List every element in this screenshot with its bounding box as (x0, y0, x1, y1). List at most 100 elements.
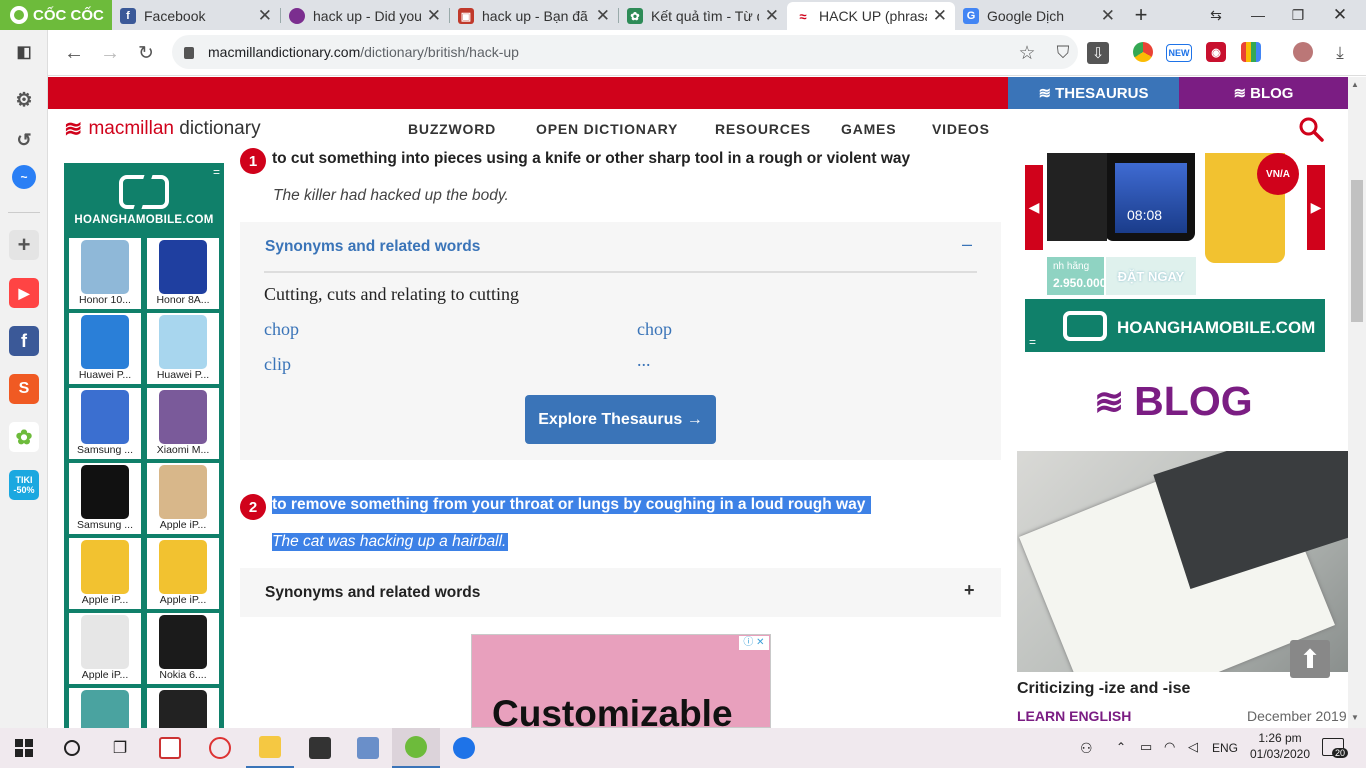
scroll-down-arrow-icon[interactable]: ▼ (1351, 713, 1359, 722)
carousel-next-icon[interactable]: ▶ (1307, 165, 1325, 250)
synonym-link[interactable]: chop (264, 319, 299, 340)
scroll-up-arrow-icon[interactable]: ▲ (1351, 80, 1359, 89)
taskbar-coccoc[interactable] (392, 728, 440, 768)
taskbar-zalo[interactable] (440, 728, 488, 768)
task-view-icon[interactable]: ❐ (96, 728, 144, 768)
blog-link[interactable]: ≋ BLOG (1179, 77, 1348, 109)
blog-post-image[interactable] (1017, 451, 1348, 672)
ad-product-tile[interactable]: Nokia 6.... (146, 612, 220, 685)
tiki-icon[interactable]: TIKI -50% (9, 470, 39, 500)
gear-icon[interactable]: ⚙ (9, 85, 39, 115)
ad-product-tile[interactable]: Apple iP... (146, 537, 220, 610)
ad-menu-icon[interactable]: = (213, 165, 220, 179)
ad-product-tile[interactable]: Huawei P... (146, 312, 220, 385)
ad-product-tile[interactable]: Samsung ... (68, 462, 142, 535)
synonym-link[interactable]: chop (637, 319, 672, 340)
scroll-to-top-button[interactable]: ⬆ (1290, 640, 1330, 678)
tab-hack-up-did-you[interactable]: hack up - Did you ✕ (281, 2, 449, 30)
page-scrollbar[interactable] (1348, 77, 1366, 728)
ad-product-tile[interactable]: Apple iP... (68, 612, 142, 685)
forward-button[interactable]: → (97, 40, 123, 66)
tab-google-dich[interactable]: G Google Dịch ✕ (955, 2, 1123, 30)
blog-heading[interactable]: ≋ BLOG (1094, 378, 1253, 425)
start-button[interactable] (0, 728, 48, 768)
ad-product-tile[interactable] (68, 687, 142, 728)
coccoc-green-icon[interactable]: ✿ (9, 422, 39, 452)
volume-icon[interactable]: ◁ (1188, 739, 1198, 755)
minimize-button[interactable]: — (1238, 0, 1278, 30)
right-advertisement[interactable]: 08:08 VN/A nh hãng 2.950.000 ĐẶT NGAY ◀ … (1025, 153, 1325, 352)
avatar[interactable] (1293, 42, 1313, 62)
close-icon[interactable]: ✕ (1101, 6, 1115, 26)
explore-thesaurus-button[interactable]: Explore Thesaurus → (525, 395, 716, 444)
tab-ket-qua-tim[interactable]: ✿ Kết quả tìm - Từ đ ✕ (619, 2, 787, 30)
clock[interactable]: 1:26 pm 01/03/2020 (1246, 731, 1314, 761)
scrollbar-thumb[interactable] (1351, 180, 1363, 322)
add-icon[interactable]: + (9, 230, 39, 260)
taskbar-app-1[interactable] (146, 728, 194, 768)
more-synonyms-link[interactable]: ... (637, 350, 651, 371)
chrome-extension-icon[interactable] (1133, 42, 1153, 62)
ad-product-tile[interactable]: Honor 8A... (146, 237, 220, 310)
tab-search-button[interactable]: ⇆ (1196, 0, 1236, 30)
carousel-prev-icon[interactable]: ◀ (1025, 165, 1043, 250)
colorful-extension-icon[interactable] (1241, 42, 1261, 62)
ad-product-tile[interactable]: Xiaomi M... (146, 387, 220, 460)
blog-post-category[interactable]: LEARN ENGLISH (1017, 708, 1131, 724)
tab-facebook[interactable]: f Facebook ✕ (112, 2, 280, 30)
search-taskbar-button[interactable] (48, 728, 96, 768)
facebook-icon[interactable]: f (9, 326, 39, 356)
new-extension-icon[interactable]: NEW (1166, 44, 1192, 62)
tab-hack-up-phrasal[interactable]: ≈ HACK UP (phrasal ✕ (787, 2, 955, 30)
taskbar-file-explorer[interactable] (246, 728, 294, 768)
ad-cta-button[interactable]: ĐẶT NGAY (1106, 257, 1196, 295)
back-button[interactable]: ← (61, 40, 87, 66)
history-icon[interactable]: ↺ (9, 125, 39, 155)
expand-toggle-icon[interactable]: + (964, 580, 975, 601)
nav-open-dictionary[interactable]: OPEN DICTIONARY (536, 121, 678, 137)
tab-hack-up-ban-da[interactable]: ▣ hack up - Bạn đã c ✕ (450, 2, 618, 30)
language-indicator[interactable]: ENG (1212, 741, 1238, 755)
taskbar-app-2[interactable] (196, 728, 244, 768)
nav-games[interactable]: GAMES (841, 121, 896, 137)
chevron-up-icon[interactable]: ⌃ (1116, 740, 1126, 754)
nav-buzzword[interactable]: BUZZWORD (408, 121, 496, 137)
site-logo[interactable]: ≋ macmillan dictionary (64, 116, 261, 142)
blog-post-title[interactable]: Criticizing -ize and -ise (1017, 680, 1190, 698)
close-icon[interactable]: ✕ (258, 6, 272, 26)
ad-product-tile[interactable]: Apple iP... (146, 462, 220, 535)
shopee-icon[interactable]: S (9, 374, 39, 404)
bookmark-star-icon[interactable]: ☆ (1014, 40, 1040, 66)
close-icon[interactable]: ✕ (933, 6, 947, 26)
thesaurus-link[interactable]: ≋ THESAURUS (1008, 77, 1179, 109)
nav-videos[interactable]: VIDEOS (932, 121, 990, 137)
address-bar[interactable]: macmillandictionary.com/dictionary/briti… (172, 35, 1078, 69)
synonym-link[interactable]: clip (264, 354, 291, 375)
red-extension-icon[interactable]: ◉ (1206, 42, 1226, 62)
close-icon[interactable]: ✕ (765, 6, 779, 26)
close-icon[interactable]: ✕ (596, 6, 610, 26)
wifi-icon[interactable]: ◠ (1164, 739, 1175, 755)
close-icon[interactable]: ✕ (427, 6, 441, 26)
search-icon[interactable] (1298, 116, 1324, 142)
sidebar-toggle-icon[interactable]: ◧ (9, 37, 39, 67)
people-icon[interactable]: ⚇ (1080, 740, 1093, 757)
messenger-icon[interactable]: ~ (12, 165, 36, 189)
ad-product-tile[interactable]: Apple iP... (68, 537, 142, 610)
collapse-toggle-icon[interactable]: – (962, 234, 972, 255)
shield-icon[interactable]: ⛉ (1050, 40, 1076, 66)
ad-product-tile[interactable]: Honor 10... (68, 237, 142, 310)
close-window-button[interactable]: ✕ (1320, 0, 1360, 30)
bottom-advertisement[interactable]: ⓘ ✕ Customizable (471, 634, 771, 728)
ad-product-tile[interactable]: Samsung ... (68, 387, 142, 460)
ad-menu-icon[interactable]: = (1029, 335, 1036, 349)
maximize-button[interactable]: ❐ (1278, 0, 1318, 30)
youtube-icon[interactable]: ▶ (9, 278, 39, 308)
ad-product-tile[interactable] (146, 687, 220, 728)
synonyms-heading[interactable]: Synonyms and related words (265, 584, 480, 602)
adchoices-icon[interactable]: ⓘ ✕ (739, 636, 769, 650)
new-tab-button[interactable]: + (1121, 0, 1161, 30)
taskbar-app-sticky[interactable] (296, 728, 344, 768)
downloads-arrow-icon[interactable]: ⤓ (1327, 40, 1353, 66)
nav-resources[interactable]: RESOURCES (715, 121, 811, 137)
